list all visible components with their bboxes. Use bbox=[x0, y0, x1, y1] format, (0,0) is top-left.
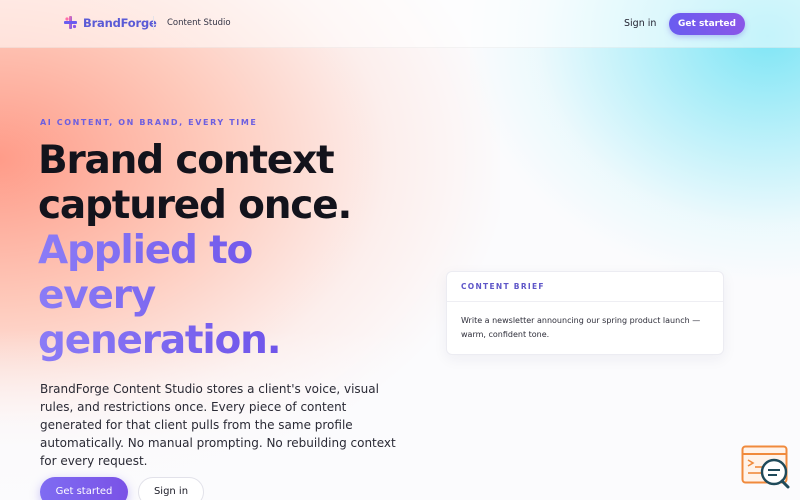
hero-description: BrandForge Content Studio stores a clien… bbox=[40, 382, 396, 468]
content-brief-text: Write a newsletter announcing our spring… bbox=[461, 316, 701, 339]
headline-accent-line-3: generation. bbox=[38, 318, 438, 363]
headline-accent-line-2: every bbox=[38, 273, 438, 318]
hero-eyebrow: AI CONTENT, ON BRAND, EVERY TIME bbox=[40, 118, 258, 127]
content-brief-card: CONTENT BRIEF Write a newsletter announc… bbox=[446, 271, 724, 355]
brand-logo-link[interactable]: BrandForge bbox=[63, 15, 157, 30]
support-chat-icon[interactable] bbox=[741, 445, 791, 489]
header-get-started-button[interactable]: Get started bbox=[669, 13, 745, 35]
headline-line-2: captured once. bbox=[38, 183, 352, 228]
hero-headline: Brand context captured once. Applied to … bbox=[38, 138, 438, 363]
hero-sign-in-button[interactable]: Sign in bbox=[138, 477, 204, 500]
product-name: Content Studio bbox=[167, 18, 231, 28]
landing-page: BrandForge Content Studio Sign in Get st… bbox=[0, 0, 800, 500]
header-sign-in-button[interactable]: Sign in bbox=[624, 18, 656, 29]
hero-get-started-button[interactable]: Get started bbox=[40, 477, 128, 500]
hero-get-started-label: Get started bbox=[55, 485, 113, 497]
hero-sign-in-label: Sign in bbox=[153, 485, 189, 497]
top-navigation: BrandForge Content Studio Sign in Get st… bbox=[0, 0, 800, 48]
brand-name: BrandForge bbox=[83, 15, 157, 30]
headline-line-1: Brand context bbox=[38, 138, 335, 183]
header-divider bbox=[153, 16, 154, 30]
headline-accent-line-1: Applied to bbox=[38, 228, 438, 273]
brandforge-logo-icon bbox=[63, 15, 78, 30]
content-brief-label: CONTENT BRIEF bbox=[447, 272, 723, 302]
